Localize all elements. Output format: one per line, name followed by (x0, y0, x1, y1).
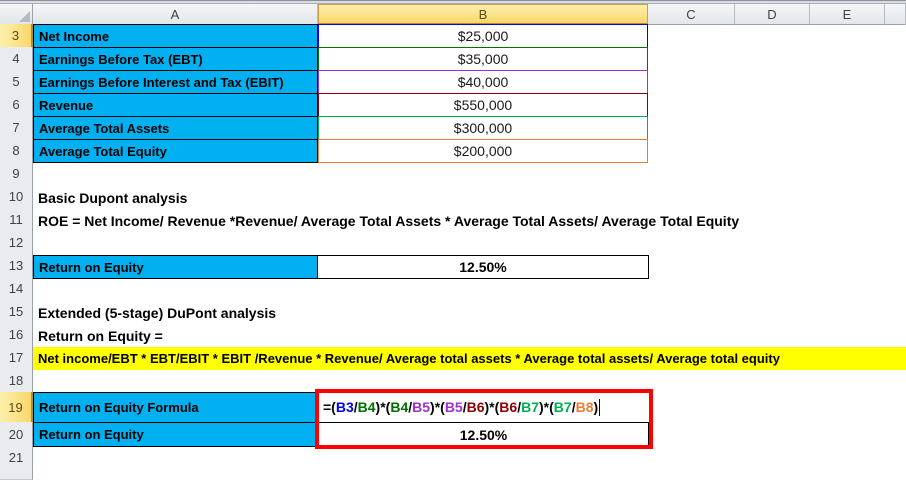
cell-B4[interactable]: $35,000 (318, 47, 648, 71)
formula-operator: )*( (484, 399, 500, 415)
formula-ref-B8: B8 (575, 399, 594, 415)
row-header-5[interactable]: 5 (0, 70, 33, 94)
cell-A11-roe-formula-text[interactable]: ROE = Net Income/ Revenue *Revenue/ Aver… (38, 209, 739, 232)
column-header-D[interactable]: D (735, 4, 810, 25)
row-header-11[interactable]: 11 (0, 208, 33, 232)
column-header-C[interactable]: C (648, 4, 735, 25)
row-header-13[interactable]: 13 (0, 254, 33, 278)
cell-A15-extended-title[interactable]: Extended (5-stage) DuPont analysis (38, 301, 276, 324)
spreadsheet: ABCDE 3 4 5 6 7 8 9 10 11 12 13 14 15 16 17 18 19 20 21 Ne… (0, 0, 906, 480)
cell-B19-formula[interactable]: =(B3/B4)*(B4/B5)*(B5/B6)*(B6/B7)*(B7/B8) (320, 392, 648, 422)
row-header-7[interactable]: 7 (0, 116, 33, 140)
column-header-partial[interactable] (885, 4, 906, 25)
cell-A5[interactable]: Earnings Before Interest and Tax (EBIT) (33, 70, 318, 94)
formula-operator: =( (323, 399, 336, 415)
text-cursor (599, 398, 601, 416)
row-header-8[interactable]: 8 (0, 139, 33, 163)
cell-B20[interactable]: 12.50% (318, 422, 649, 447)
cell-A20[interactable]: Return on Equity (33, 422, 318, 447)
row-header-partial[interactable] (0, 469, 33, 480)
row-header-15[interactable]: 15 (0, 300, 33, 324)
cell-A3[interactable]: Net Income (33, 24, 318, 48)
formula-ref-B7: B7 (553, 399, 572, 415)
row-header-16[interactable]: 16 (0, 323, 33, 347)
row-header-18[interactable]: 18 (0, 369, 33, 393)
cell-B3[interactable]: $25,000 (318, 24, 648, 48)
formula-operator: )*( (375, 399, 391, 415)
cell-A7[interactable]: Average Total Assets (33, 116, 318, 140)
row-header-4[interactable]: 4 (0, 47, 33, 71)
row-header-19[interactable]: 19 (0, 392, 33, 423)
cell-B13[interactable]: 12.50% (317, 255, 649, 279)
row-header-3[interactable]: 3 (0, 24, 33, 48)
formula-operator: ) (593, 399, 599, 415)
row-header-10[interactable]: 10 (0, 185, 33, 209)
select-all-triangle-icon (19, 11, 30, 22)
column-header-B[interactable]: B (318, 4, 648, 25)
formula-ref-B3: B3 (335, 399, 354, 415)
cell-A8[interactable]: Average Total Equity (33, 139, 318, 163)
formula-ref-B6: B6 (499, 399, 518, 415)
row-header-6[interactable]: 6 (0, 93, 33, 117)
formula-ref-B6: B6 (466, 399, 485, 415)
column-header-A[interactable]: A (33, 4, 318, 25)
cell-A19[interactable]: Return on Equity Formula (33, 392, 318, 423)
cell-A10-basic-title[interactable]: Basic Dupont analysis (38, 186, 187, 209)
row-header-21[interactable]: 21 (0, 446, 33, 470)
row-header-12[interactable]: 12 (0, 231, 33, 255)
formula-ref-B4: B4 (390, 399, 409, 415)
select-all-corner[interactable] (0, 4, 33, 25)
row-header-9[interactable]: 9 (0, 162, 33, 186)
row-header-20[interactable]: 20 (0, 422, 33, 447)
formula-operator: )*( (430, 399, 445, 415)
formula-ref-B4: B4 (357, 399, 376, 415)
cell-A16-roe-equals[interactable]: Return on Equity = (38, 324, 163, 347)
cell-A17-highlighted-formula[interactable]: Net income/EBT * EBT/EBIT * EBIT /Revenu… (33, 347, 906, 370)
cell-B8[interactable]: $200,000 (318, 139, 648, 163)
row-header-14[interactable]: 14 (0, 277, 33, 301)
cell-B5[interactable]: $40,000 (318, 70, 648, 94)
formula-ref-B7: B7 (521, 399, 539, 415)
cell-A4[interactable]: Earnings Before Tax (EBT) (33, 47, 318, 71)
formula-ref-B5: B5 (444, 399, 463, 415)
formula-ref-B5: B5 (412, 399, 431, 415)
cell-A6[interactable]: Revenue (33, 93, 318, 117)
cell-B7[interactable]: $300,000 (318, 116, 648, 140)
column-header-E[interactable]: E (810, 4, 885, 25)
cell-B6[interactable]: $550,000 (318, 93, 648, 117)
cell-A13[interactable]: Return on Equity (33, 255, 318, 279)
formula-operator: )*( (539, 399, 554, 415)
row-header-17[interactable]: 17 (0, 346, 33, 370)
